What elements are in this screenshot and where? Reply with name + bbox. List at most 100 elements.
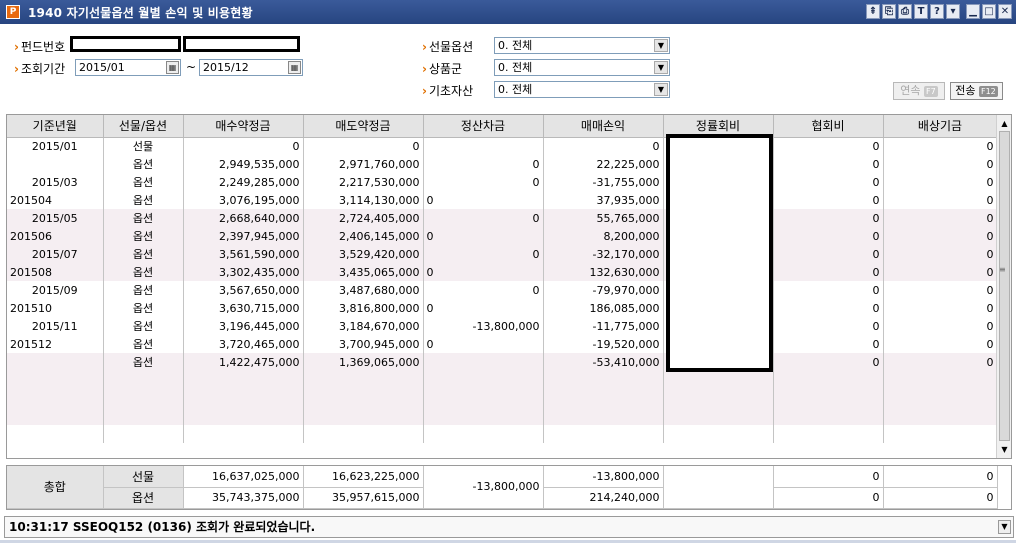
column-header[interactable]: 정산차금: [423, 115, 544, 138]
year-month-cell: 201510: [7, 299, 104, 317]
date-from-input[interactable]: 2015/01 ▦: [75, 59, 181, 76]
settlement-cell: 0: [423, 209, 544, 227]
table-row[interactable]: 201510 옵션 3,630,715,000 3,816,800,000 0 186,0…: [7, 299, 998, 317]
scroll-thumb[interactable]: [999, 131, 1010, 441]
table-row[interactable]: 2015/03 옵션 2,249,285,000 2,217,530,000 0 -31,…: [7, 173, 998, 191]
column-header[interactable]: 매수약정금: [183, 115, 304, 138]
title-bar: P 1940 자기선물옵션 월별 손익 및 비용현황 ⇞ ⎘ ⎙ T? ▾ ▁ □ ✕: [0, 0, 1016, 24]
assoc-fee-cell: 0: [773, 353, 884, 371]
date-to-input[interactable]: 2015/12 ▦: [199, 59, 303, 76]
status-message: 10:31:17 SSEOQ152 (0136) 조회가 완료되었습니다.: [9, 520, 316, 534]
table-row[interactable]: 2015/11 옵션 3,196,445,000 3,184,670,000 -13,8…: [7, 317, 998, 335]
year-month-cell: 201508: [7, 263, 104, 281]
settlement-cell: 0: [423, 335, 544, 353]
pnl-cell: -32,170,000: [543, 245, 664, 263]
year-month-cell: 2015/05: [7, 209, 104, 227]
column-header[interactable]: 매도약정금: [303, 115, 424, 138]
empty-row: [7, 425, 998, 443]
assoc-fee-cell: 0: [773, 263, 884, 281]
fund-name-input[interactable]: [183, 36, 300, 52]
column-header[interactable]: 선물/옵션: [103, 115, 184, 138]
column-header[interactable]: 배상기금: [883, 115, 998, 138]
help-icon[interactable]: ?: [930, 4, 944, 19]
empty-cell: [543, 407, 664, 425]
f12-key-badge: F12: [978, 86, 998, 97]
text-icon[interactable]: T: [914, 4, 928, 19]
assoc-fee-cell: 0: [773, 137, 884, 155]
empty-cell: [423, 371, 544, 389]
assoc-fee-cell: 0: [773, 245, 884, 263]
table-row[interactable]: 201512 옵션 3,720,465,000 3,700,945,000 0 -19,5…: [7, 335, 998, 353]
chevron-down-icon[interactable]: ▼: [654, 83, 668, 96]
sell-amount-cell: 2,724,405,000: [303, 209, 424, 227]
chevron-down-icon[interactable]: ▼: [654, 61, 668, 74]
sell-amount-cell: 1,369,065,000: [303, 353, 424, 371]
comp-fund-cell: 0: [883, 245, 998, 263]
copy-icon[interactable]: ⎘: [882, 4, 896, 19]
menu-icon[interactable]: ▾: [946, 4, 960, 19]
column-header[interactable]: 기준년월: [7, 115, 104, 138]
empty-cell: [183, 425, 304, 443]
underlying-select[interactable]: 0. 전체 ▼: [494, 81, 670, 98]
product-group-label: › 상품군: [422, 62, 463, 76]
buy-amount-cell: 2,249,285,000: [183, 173, 304, 191]
minimize-icon[interactable]: ▁: [966, 4, 980, 19]
chevron-down-icon[interactable]: ▼: [654, 39, 668, 52]
table-row[interactable]: 2015/01 선물 0 0 0 0 0: [7, 137, 998, 155]
assoc-fee-cell: 0: [773, 317, 884, 335]
table-row[interactable]: 옵션 2,949,535,000 2,971,760,000 0 22,225,000 0…: [7, 155, 998, 173]
table-row[interactable]: 201506 옵션 2,397,945,000 2,406,145,000 0 8,200…: [7, 227, 998, 245]
scroll-up-icon[interactable]: ▲: [998, 117, 1011, 130]
print-icon[interactable]: ⎙: [898, 4, 912, 19]
table-header-row: 기준년월 선물/옵션 매수약정금 매도약정금 정산차금 매매손익 정률회비 협회비 배상기금: [7, 115, 998, 138]
table-row[interactable]: 2015/09 옵션 3,567,650,000 3,487,680,000 0 -79,…: [7, 281, 998, 299]
pnl-cell: -79,970,000: [543, 281, 664, 299]
empty-cell: [303, 389, 424, 407]
assoc-fee-cell: 0: [773, 209, 884, 227]
send-button[interactable]: 전송 F12: [950, 82, 1003, 100]
comp-fund-cell: 0: [883, 335, 998, 353]
column-header[interactable]: 협회비: [773, 115, 884, 138]
results-grid[interactable]: 기준년월 선물/옵션 매수약정금 매도약정금 정산차금 매매손익 정률회비 협회비 배상기금 2…: [6, 114, 1012, 459]
pnl-cell: 132,630,000: [543, 263, 664, 281]
type-cell: 옵션: [103, 353, 184, 371]
vertical-scrollbar[interactable]: ▲ ≡ ▼: [996, 115, 1011, 458]
empty-cell: [7, 389, 104, 407]
scroll-down-icon[interactable]: ▼: [998, 443, 1011, 456]
fund-number-input[interactable]: [70, 36, 181, 52]
summary-fut-sell: 16,623,225,000: [303, 466, 424, 488]
pin-icon[interactable]: ⇞: [866, 4, 880, 19]
table-row[interactable]: 201508 옵션 3,302,435,000 3,435,065,000 0 132,6…: [7, 263, 998, 281]
chevron-down-icon[interactable]: ▼: [998, 520, 1011, 534]
sell-amount-cell: 3,700,945,000: [303, 335, 424, 353]
empty-cell: [543, 425, 664, 443]
year-month-cell: 2015/11: [7, 317, 104, 335]
year-month-cell: 201504: [7, 191, 104, 209]
table-row[interactable]: 2015/07 옵션 3,561,590,000 3,529,420,000 0 -32,…: [7, 245, 998, 263]
summary-opt-comp: 0: [883, 487, 998, 509]
close-icon[interactable]: ✕: [998, 4, 1012, 19]
empty-cell: [7, 407, 104, 425]
maximize-icon[interactable]: □: [982, 4, 996, 19]
year-month-cell: [7, 155, 104, 173]
settlement-cell: 0: [423, 281, 544, 299]
futopt-value: 0. 전체: [498, 39, 533, 52]
next-button[interactable]: 연속 F7: [893, 82, 945, 100]
table-row[interactable]: 2015/05 옵션 2,668,640,000 2,724,405,000 0 55,7…: [7, 209, 998, 227]
year-month-cell: 2015/07: [7, 245, 104, 263]
summary-total-label: 총합: [7, 466, 104, 509]
column-header[interactable]: 매매손익: [543, 115, 664, 138]
settlement-cell: 0: [423, 299, 544, 317]
assoc-fee-cell: 0: [773, 191, 884, 209]
date-from-value: 2015/01: [79, 61, 125, 74]
summary-opt-pnl: 214,240,000: [543, 487, 664, 509]
empty-cell: [773, 407, 884, 425]
product-group-select[interactable]: 0. 전체 ▼: [494, 59, 670, 76]
sell-amount-cell: 3,816,800,000: [303, 299, 424, 317]
table-row[interactable]: 옵션 1,422,475,000 1,369,065,000 -53,410,000 0…: [7, 353, 998, 371]
summary-row-futures: 총합 선물 16,637,025,000 16,623,225,000 -13,…: [7, 466, 998, 509]
table-row[interactable]: 201504 옵션 3,076,195,000 3,114,130,000 0 37,93…: [7, 191, 998, 209]
calendar-icon[interactable]: ▦: [166, 61, 179, 74]
calendar-icon[interactable]: ▦: [288, 61, 301, 74]
futopt-select[interactable]: 0. 전체 ▼: [494, 37, 670, 54]
